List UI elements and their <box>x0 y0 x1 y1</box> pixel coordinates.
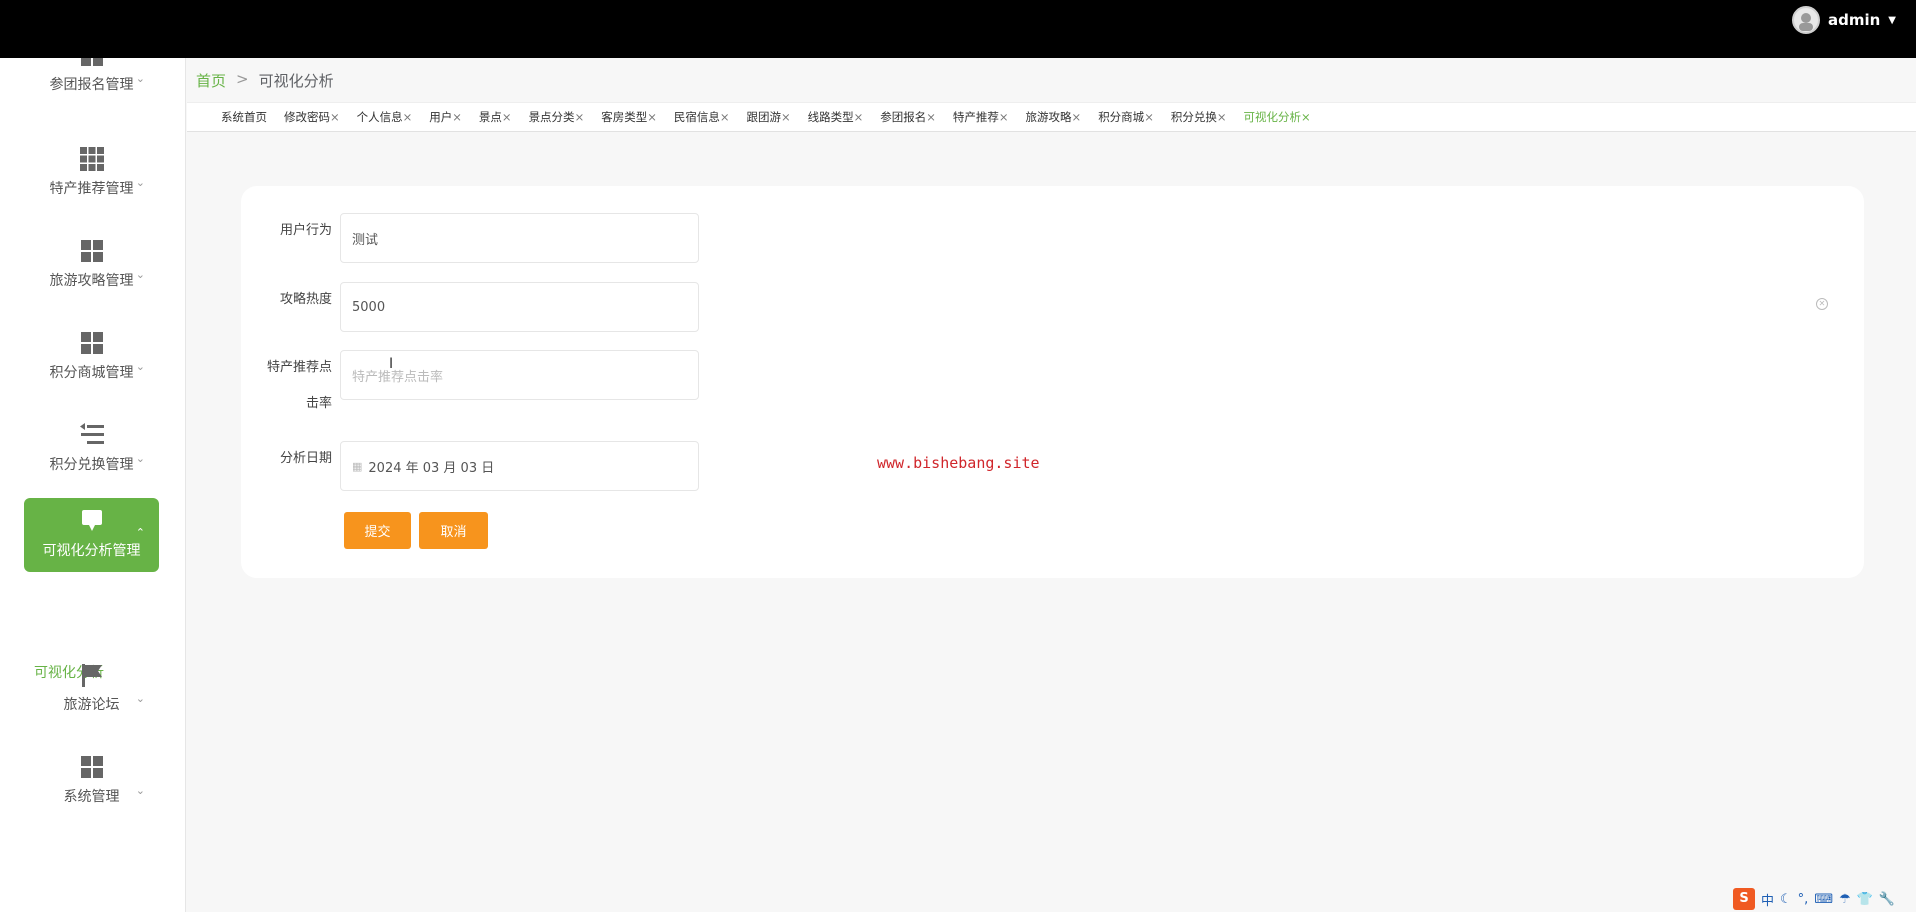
chevron-down-icon: ⌄ <box>135 268 145 281</box>
submit-button[interactable]: 提交 <box>344 512 411 549</box>
ime-toolbar[interactable]: S 中 ☾ °, ⌨ ☂ 👕 🔧 <box>1733 888 1895 910</box>
strategy-heat-label: 攻略热度 <box>279 292 332 307</box>
analysis-date-picker[interactable]: ▦ 2024 年 03 月 03 日 <box>340 441 699 491</box>
tab-specialty[interactable]: 特产推荐× <box>953 109 1009 125</box>
skin-icon[interactable]: ☂ <box>1839 892 1851 907</box>
tab-change-password[interactable]: 修改密码× <box>284 109 340 125</box>
close-circle-icon[interactable]: ✕ <box>1816 298 1828 310</box>
tab-profile[interactable]: 个人信息× <box>357 109 413 125</box>
chevron-up-icon: ⌃ <box>135 526 145 539</box>
analysis-date-value: 2024 年 03 月 03 日 <box>368 460 495 476</box>
top-bar: admin ▼ <box>0 0 1916 58</box>
text-cursor-icon: I <box>389 356 394 372</box>
sidebar-item-system[interactable]: 系统管理 ⌄ <box>24 744 159 818</box>
breadcrumb-current: 可视化分析 <box>258 72 334 90</box>
shirt-icon[interactable]: 👕 <box>1857 892 1873 907</box>
tab-visual-analysis[interactable]: 可视化分析× <box>1243 109 1310 125</box>
chevron-down-icon[interactable]: ▼ <box>1888 15 1896 26</box>
close-icon[interactable]: × <box>575 110 585 124</box>
sidebar-item-forum[interactable]: 旅游论坛 ⌄ <box>24 652 159 726</box>
close-icon[interactable]: × <box>1072 110 1082 124</box>
chat-icon <box>81 510 102 531</box>
tab-points-mall[interactable]: 积分商城× <box>1098 109 1154 125</box>
sidebar-item-label: 可视化分析管理 <box>42 543 141 559</box>
sidebar-item-strategy[interactable]: 旅游攻略管理 ⌄ <box>24 228 159 302</box>
avatar[interactable] <box>1791 6 1820 34</box>
close-icon[interactable]: × <box>452 110 462 124</box>
analysis-date-label: 分析日期 <box>279 451 332 466</box>
chevron-down-icon: ⌄ <box>135 176 145 189</box>
flag-icon <box>81 664 102 687</box>
moon-icon[interactable]: ☾ <box>1780 892 1792 907</box>
user-behavior-label: 用户行为 <box>279 223 332 238</box>
list-icon <box>79 423 104 444</box>
specialty-click-rate-label: 特产推荐点 <box>266 360 332 375</box>
specialty-click-rate-label-cont: 击率 <box>305 396 332 411</box>
close-icon[interactable]: × <box>330 110 340 124</box>
tab-room-type[interactable]: 客房类型× <box>601 109 657 125</box>
chevron-down-icon: ⌄ <box>135 452 145 465</box>
calendar-icon: ▦ <box>352 459 363 473</box>
close-icon[interactable]: × <box>926 110 936 124</box>
ime-language[interactable]: 中 <box>1761 890 1774 909</box>
sidebar-item-specialty[interactable]: 特产推荐管理 ⌄ <box>24 136 159 210</box>
punctuation-icon[interactable]: °, <box>1798 892 1809 907</box>
sidebar-item-points-exchange[interactable]: 积分兑换管理 ⌄ <box>24 412 159 486</box>
chevron-down-icon: ⌄ <box>135 360 145 373</box>
breadcrumb-home[interactable]: 首页 <box>196 70 226 91</box>
tab-points-exchange[interactable]: 积分兑换× <box>1171 109 1227 125</box>
tab-route-type[interactable]: 线路类型× <box>808 109 864 125</box>
chevron-down-icon: ⌄ <box>135 692 145 705</box>
chevron-down-icon: ⌄ <box>135 72 145 85</box>
user-behavior-input[interactable]: 测试 <box>340 213 699 263</box>
grid-icon <box>80 240 103 262</box>
grid-icon <box>80 756 103 778</box>
tab-scenic[interactable]: 景点× <box>479 109 512 125</box>
close-icon[interactable]: × <box>720 110 730 124</box>
tab-group-signup[interactable]: 参团报名× <box>880 109 936 125</box>
cancel-button[interactable]: 取消 <box>419 512 488 549</box>
close-icon[interactable]: × <box>781 110 791 124</box>
sidebar: 参团报名管理 ⌄ 特产推荐管理 ⌄ 旅游攻略管理 ⌄ 积分商城管理 ⌄ 积分兑换… <box>0 58 186 912</box>
close-icon[interactable]: × <box>403 110 413 124</box>
breadcrumb-separator: > <box>236 70 249 88</box>
close-icon[interactable]: × <box>502 110 512 124</box>
user-menu[interactable]: admin ▼ <box>1791 5 1896 35</box>
tab-strategy[interactable]: 旅游攻略× <box>1026 109 1082 125</box>
tab-home[interactable]: 系统首页 <box>221 109 267 125</box>
tab-scenic-category[interactable]: 景点分类× <box>529 109 585 125</box>
tab-bar: 系统首页 修改密码× 个人信息× 用户× 景点× 景点分类× 客房类型× 民宿信… <box>187 102 1916 132</box>
wrench-icon[interactable]: 🔧 <box>1879 892 1895 907</box>
watermark: www.bishebang.site <box>877 454 1040 472</box>
grid9-icon <box>79 147 104 171</box>
tab-group-tour[interactable]: 跟团游× <box>746 109 790 125</box>
sidebar-item-visual-analysis[interactable]: 可视化分析管理 ⌃ <box>24 498 159 572</box>
tab-user[interactable]: 用户× <box>429 109 462 125</box>
close-icon[interactable]: × <box>854 110 864 124</box>
grid-icon <box>80 58 103 66</box>
close-icon[interactable]: × <box>999 110 1009 124</box>
tab-homestay[interactable]: 民宿信息× <box>674 109 730 125</box>
keyboard-icon[interactable]: ⌨ <box>1814 892 1833 907</box>
username[interactable]: admin <box>1828 11 1880 29</box>
grid-icon <box>80 332 103 354</box>
close-icon[interactable]: × <box>1301 110 1311 124</box>
chevron-down-icon: ⌄ <box>135 784 145 797</box>
strategy-heat-input[interactable]: 5000 <box>340 282 699 332</box>
sogou-logo-icon[interactable]: S <box>1733 888 1755 910</box>
sidebar-item-group-signup[interactable]: 参团报名管理 ⌄ <box>24 58 159 106</box>
close-icon[interactable]: × <box>1144 110 1154 124</box>
sidebar-item-points-mall[interactable]: 积分商城管理 ⌄ <box>24 320 159 394</box>
breadcrumb: 首页 > 可视化分析 <box>196 70 334 91</box>
close-icon[interactable]: × <box>647 110 657 124</box>
close-icon[interactable]: × <box>1217 110 1227 124</box>
